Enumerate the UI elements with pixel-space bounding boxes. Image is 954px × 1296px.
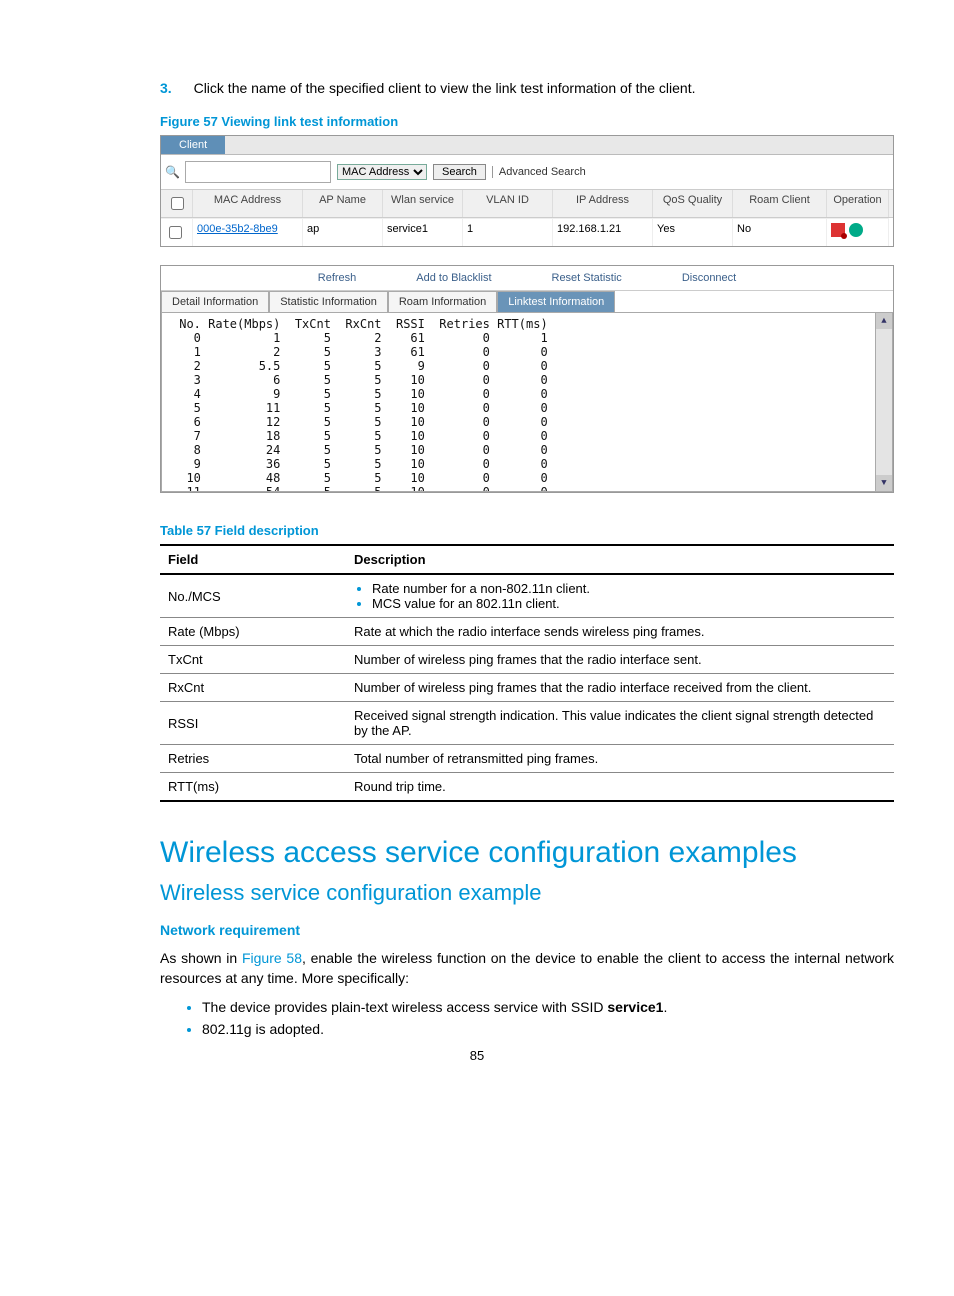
tab-roam[interactable]: Roam Information (388, 291, 497, 312)
col-qos: QoS Quality (653, 190, 733, 217)
mac-link[interactable]: 000e-35b2-8be9 (197, 223, 278, 235)
desc-cell: Number of wireless ping frames that the … (346, 646, 894, 674)
desc-cell: Total number of retransmitted ping frame… (346, 745, 894, 773)
requirement-list: The device provides plain-text wireless … (160, 999, 894, 1037)
desc-cell: Received signal strength indication. Thi… (346, 702, 894, 745)
refresh-link[interactable]: Refresh (318, 272, 357, 284)
table-caption: Table 57 Field description (160, 523, 894, 538)
disconnect-link[interactable]: Disconnect (682, 272, 736, 284)
page-number: 85 (0, 1048, 954, 1063)
search-icon: 🔍 (165, 165, 179, 179)
col-checkbox (161, 190, 193, 217)
cell-vlan: 1 (463, 218, 553, 246)
field-cell: No./MCS (160, 574, 346, 618)
cell-qos: Yes (653, 218, 733, 246)
col-vlan: VLAN ID (463, 190, 553, 217)
field-cell: TxCnt (160, 646, 346, 674)
grid-row: 000e-35b2-8be9 ap service1 1 192.168.1.2… (161, 218, 893, 246)
step-line: 3. Click the name of the specified clien… (160, 80, 894, 96)
scrollbar[interactable]: ▲ ▼ (875, 313, 892, 491)
field-cell: RSSI (160, 702, 346, 745)
desc-cell: Round trip time. (346, 773, 894, 802)
search-field-select[interactable]: MAC Address (337, 164, 427, 180)
tab-detail[interactable]: Detail Information (161, 291, 269, 312)
col-op: Operation (827, 190, 889, 217)
th-field: Field (160, 545, 346, 574)
cell-ap: ap (303, 218, 383, 246)
tab-statistic[interactable]: Statistic Information (269, 291, 388, 312)
col-wlan: Wlan service (383, 190, 463, 217)
desc-cell: Rate number for a non-802.11n client.MCS… (346, 574, 894, 618)
field-description-table: Field Description No./MCSRate number for… (160, 544, 894, 802)
tab-linktest[interactable]: Linktest Information (497, 291, 615, 312)
action-row: Refresh Add to Blacklist Reset Statistic… (161, 266, 893, 291)
cell-wlan: service1 (383, 218, 463, 246)
desc-cell: Rate at which the radio interface sends … (346, 618, 894, 646)
field-cell: Retries (160, 745, 346, 773)
linktest-text: No. Rate(Mbps) TxCnt RxCnt RSSI Retries … (172, 317, 886, 492)
col-mac: MAC Address (193, 190, 303, 217)
client-panel: Client 🔍 MAC Address Search Advanced Sea… (160, 135, 894, 247)
search-button[interactable]: Search (433, 164, 486, 180)
search-input[interactable] (185, 161, 331, 183)
col-ip: IP Address (553, 190, 653, 217)
disconnect-icon[interactable] (831, 223, 845, 237)
th-desc: Description (346, 545, 894, 574)
scroll-up-icon[interactable]: ▲ (876, 313, 892, 329)
subsection-heading: Wireless service configuration example (160, 880, 894, 906)
desc-cell: Number of wireless ping frames that the … (346, 674, 894, 702)
scroll-down-icon[interactable]: ▼ (876, 475, 892, 491)
cell-roam: No (733, 218, 827, 246)
col-ap: AP Name (303, 190, 383, 217)
step-number: 3. (160, 80, 172, 96)
cell-ip: 192.168.1.21 (553, 218, 653, 246)
col-roam: Roam Client (733, 190, 827, 217)
figure-caption: Figure 57 Viewing link test information (160, 114, 894, 129)
search-row: 🔍 MAC Address Search Advanced Search (161, 155, 893, 190)
grid-header: MAC Address AP Name Wlan service VLAN ID… (161, 190, 893, 218)
field-cell: RxCnt (160, 674, 346, 702)
client-tab[interactable]: Client (161, 136, 225, 154)
figure-ref-link[interactable]: Figure 58 (242, 950, 302, 966)
blacklist-link[interactable]: Add to Blacklist (416, 272, 491, 284)
field-cell: Rate (Mbps) (160, 618, 346, 646)
select-all-checkbox[interactable] (171, 197, 184, 210)
network-req-paragraph: As shown in Figure 58, enable the wirele… (160, 948, 894, 989)
field-cell: RTT(ms) (160, 773, 346, 802)
sub2-heading: Network requirement (160, 922, 894, 938)
operation-cell (827, 218, 889, 246)
list-item: The device provides plain-text wireless … (202, 999, 894, 1015)
linktest-data-pane: No. Rate(Mbps) TxCnt RxCnt RSSI Retries … (161, 312, 893, 492)
advanced-search-link[interactable]: Advanced Search (492, 166, 586, 178)
reset-stat-link[interactable]: Reset Statistic (552, 272, 622, 284)
linktest-panel: Refresh Add to Blacklist Reset Statistic… (160, 265, 894, 493)
step-text: Click the name of the specified client t… (194, 80, 696, 96)
section-heading: Wireless access service configuration ex… (160, 836, 894, 870)
refresh-icon[interactable] (849, 223, 863, 237)
list-item: 802.11g is adopted. (202, 1021, 894, 1037)
client-tab-bar: Client (161, 136, 893, 155)
row-checkbox[interactable] (169, 226, 182, 239)
info-tabs: Detail Information Statistic Information… (161, 291, 893, 312)
